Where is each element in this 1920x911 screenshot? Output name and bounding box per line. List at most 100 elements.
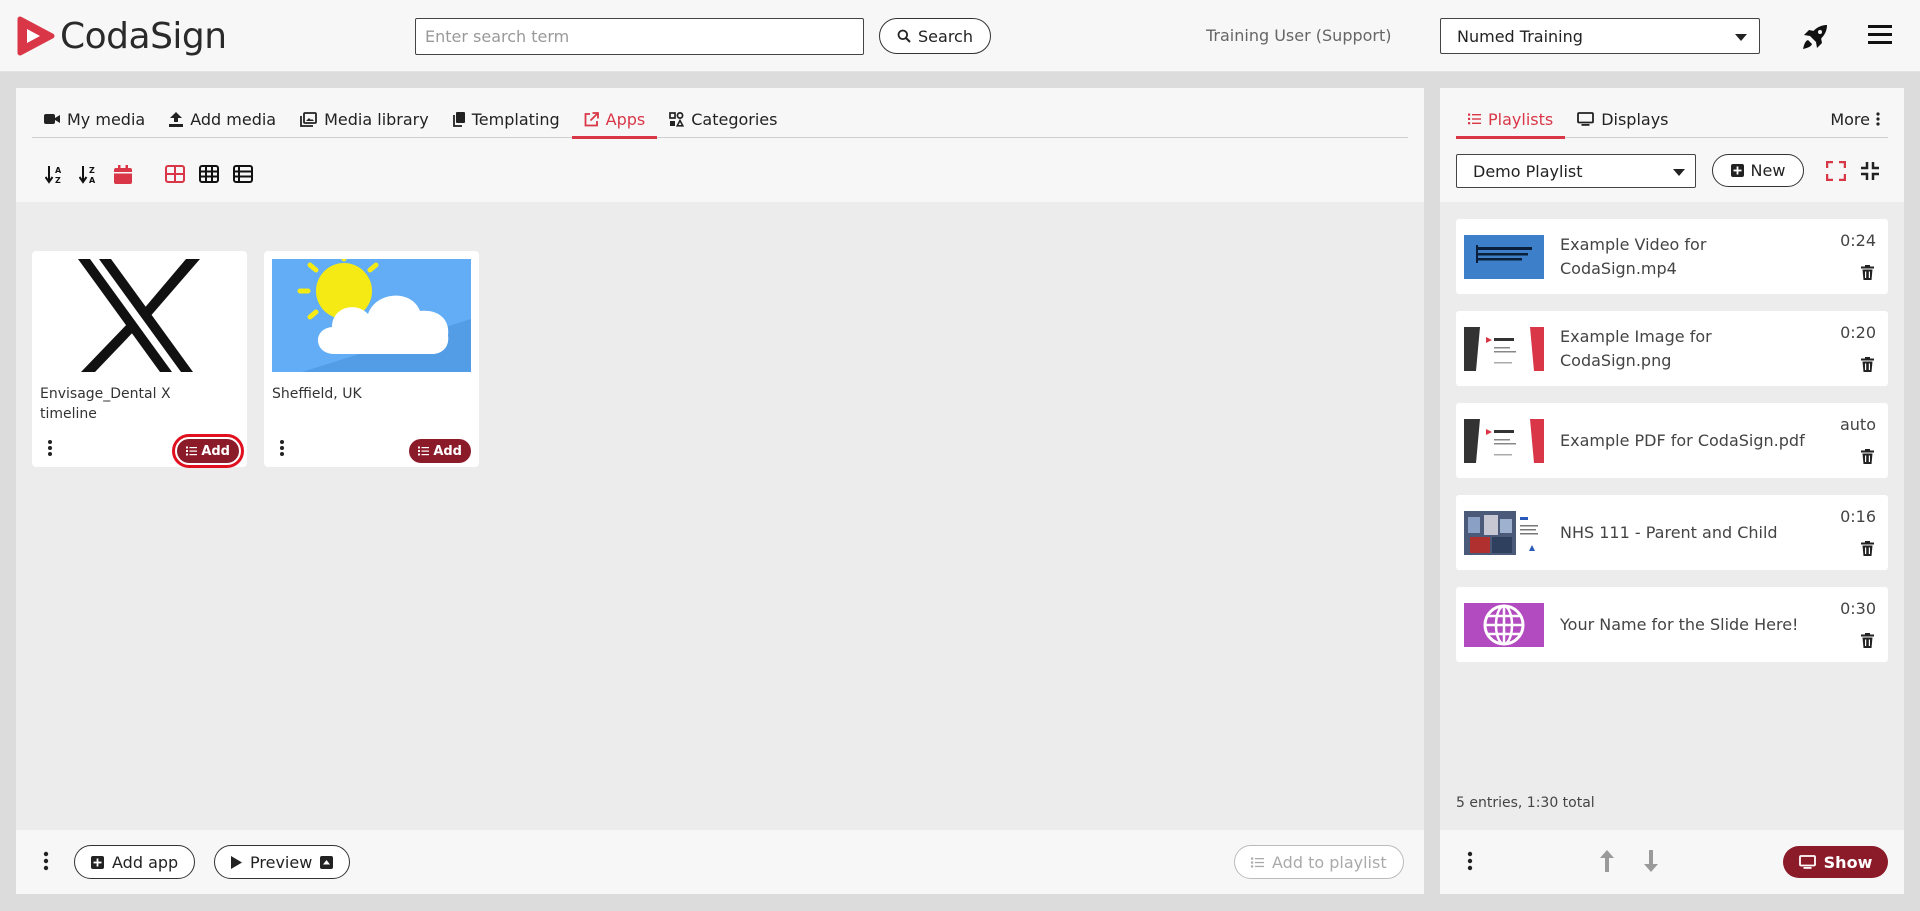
tab-my-media[interactable]: My media — [32, 100, 157, 138]
caret-up-square-icon — [320, 855, 334, 869]
entry-duration: 0:24 — [1840, 231, 1876, 250]
entry-duration: 0:16 — [1840, 507, 1876, 526]
monitor-icon — [1798, 855, 1816, 869]
tab-label: My media — [67, 109, 146, 129]
sort-descending-icon[interactable]: Z A — [72, 158, 106, 190]
search-input[interactable] — [415, 18, 864, 55]
add-to-playlist-footer-button[interactable]: Add to playlist — [1234, 845, 1404, 879]
move-down-arrow-icon[interactable] — [1644, 850, 1658, 872]
tab-apps[interactable]: Apps — [571, 100, 658, 139]
tab-templating[interactable]: Templating — [441, 100, 572, 138]
video-thumbnail — [1464, 235, 1544, 279]
tab-media-library[interactable]: Media library — [288, 100, 441, 138]
chevron-down-icon — [1735, 34, 1747, 41]
trash-icon[interactable] — [1861, 541, 1874, 556]
tab-label: Categories — [691, 109, 778, 129]
organisation-select[interactable]: Numed Training — [1440, 18, 1760, 54]
calendar-icon[interactable] — [106, 158, 140, 190]
trash-icon[interactable] — [1861, 357, 1874, 372]
list-icon — [418, 446, 430, 456]
entry-title: Example Image for CodaSign.png — [1560, 327, 1712, 370]
trash-icon[interactable] — [1861, 265, 1874, 280]
plus-square-icon — [91, 855, 104, 869]
app-grid: Envisage_Dental X timeline Add Sheffield… — [32, 251, 479, 468]
tab-label: Apps — [605, 109, 646, 129]
playlist-entry[interactable]: Example Video for CodaSign.mp4 0:24 — [1456, 219, 1888, 294]
app-card[interactable]: Envisage_Dental X timeline Add — [32, 251, 247, 468]
play-icon — [231, 855, 242, 869]
entry-title: Your Name for the Slide Here! — [1560, 615, 1799, 634]
add-label: Add — [433, 443, 462, 459]
tab-playlists[interactable]: Playlists — [1456, 100, 1566, 139]
playlist-panel-header: Playlists Displays More Demo Playlist Ne… — [1440, 88, 1904, 202]
playlist-panel-footer: Show — [1440, 830, 1904, 894]
weather-thumbnail — [272, 259, 471, 372]
more-options-icon[interactable] — [276, 438, 288, 458]
x-logo-thumbnail — [40, 259, 239, 372]
trash-icon[interactable] — [1861, 449, 1874, 464]
tab-label: Displays — [1601, 109, 1669, 129]
playlist-select[interactable]: Demo Playlist — [1456, 154, 1696, 188]
move-up-arrow-icon[interactable] — [1600, 850, 1614, 872]
trash-icon[interactable] — [1861, 633, 1874, 648]
preview-label: Preview — [250, 852, 313, 872]
new-playlist-button[interactable]: New — [1712, 154, 1804, 187]
plus-square-icon — [1730, 164, 1744, 177]
media-panel-header: My media Add media Media library Templat… — [16, 88, 1424, 202]
playlist-select-value: Demo Playlist — [1473, 161, 1583, 181]
more-options-icon — [1876, 112, 1880, 126]
hamburger-menu-icon[interactable] — [1868, 24, 1892, 46]
tab-label: Add media — [190, 109, 277, 129]
upload-icon — [169, 111, 184, 127]
add-to-playlist-button[interactable]: Add — [172, 434, 244, 468]
categories-icon — [669, 111, 685, 127]
logo-text: CodaSign — [60, 15, 227, 57]
video-camera-icon — [44, 114, 60, 124]
tab-add-media[interactable]: Add media — [157, 100, 288, 138]
svg-text:A: A — [89, 176, 96, 184]
more-options-icon[interactable] — [40, 850, 52, 872]
add-app-button[interactable]: Add app — [74, 845, 196, 879]
list-view-icon[interactable] — [226, 158, 260, 190]
user-name: Training User (Support) — [1206, 26, 1392, 45]
entry-duration: auto — [1839, 415, 1876, 434]
search-button[interactable]: Search — [879, 18, 991, 54]
entry-duration: 0:30 — [1840, 599, 1876, 618]
view-toolbar: A Z Z A — [38, 158, 260, 190]
playlist-entry[interactable]: Your Name for the Slide Here! 0:30 — [1456, 587, 1888, 662]
top-header: CodaSign Search Training User (Support) … — [0, 0, 1920, 72]
list-icon — [186, 446, 198, 456]
add-to-playlist-button[interactable]: Add — [409, 439, 471, 463]
tab-displays[interactable]: Displays — [1565, 100, 1680, 138]
app-title: Envisage_Dental X timeline — [40, 386, 171, 422]
more-options-icon[interactable] — [44, 438, 56, 458]
tab-label: Templating — [471, 109, 560, 129]
sort-ascending-icon[interactable]: A Z — [38, 158, 72, 190]
playlist-entry[interactable]: Example PDF for CodaSign.pdf auto — [1456, 403, 1888, 478]
svg-text:A: A — [55, 166, 62, 175]
external-link-icon — [584, 111, 599, 126]
more-options-icon[interactable] — [1464, 850, 1476, 872]
show-button[interactable]: Show — [1783, 846, 1888, 878]
codasign-logo[interactable]: CodaSign — [14, 14, 227, 58]
more-menu-button[interactable]: More — [1830, 100, 1880, 138]
svg-text:Z: Z — [55, 176, 61, 184]
add-app-label: Add app — [112, 852, 179, 872]
small-grid-icon[interactable] — [192, 158, 226, 190]
list-icon — [1251, 857, 1264, 867]
playlist-entry[interactable]: Example Image for CodaSign.png 0:20 — [1456, 311, 1888, 386]
rocket-icon[interactable] — [1800, 22, 1830, 52]
tab-label: Playlists — [1488, 109, 1554, 129]
playlist-entry[interactable]: NHS 111 - Parent and Child 0:16 — [1456, 495, 1888, 570]
expand-icon[interactable] — [1826, 161, 1846, 181]
large-grid-icon[interactable] — [158, 158, 192, 190]
add-to-playlist-label: Add to playlist — [1272, 852, 1387, 872]
search-icon — [897, 29, 911, 43]
app-card[interactable]: Sheffield, UK Add — [264, 251, 479, 467]
tab-categories[interactable]: Categories — [657, 100, 789, 138]
preview-button[interactable]: Preview — [214, 845, 351, 879]
images-icon — [300, 111, 318, 127]
media-tabs: My media Add media Media library Templat… — [32, 100, 1408, 139]
image-thumbnail — [1464, 327, 1544, 371]
compress-icon[interactable] — [1860, 161, 1880, 181]
